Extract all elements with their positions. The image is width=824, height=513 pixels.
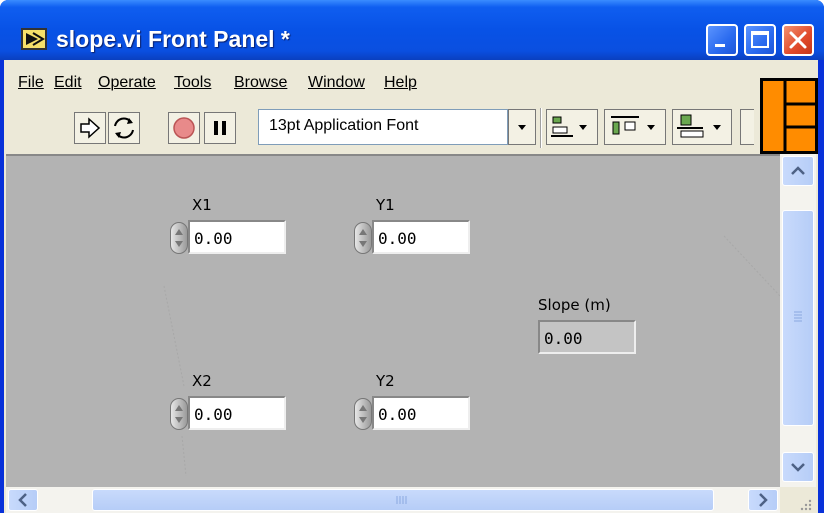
y2-control[interactable]: 0.00 (354, 396, 472, 430)
vertical-scroll-thumb[interactable] (782, 210, 814, 426)
close-button[interactable] (782, 24, 814, 56)
y2-increment-decrement[interactable] (354, 398, 372, 430)
chevron-down-icon (518, 125, 526, 130)
labview-window: slope.vi Front Panel * File Edit Operate… (0, 0, 824, 513)
chevron-right-icon (759, 493, 768, 507)
window-title: slope.vi Front Panel * (56, 26, 290, 52)
x1-control[interactable]: 0.00 (170, 220, 288, 254)
grip-lines-icon (794, 311, 802, 322)
horizontal-scrollbar[interactable] (6, 487, 780, 513)
front-panel[interactable]: X1 0.00 Y1 0.00 Slope (m) 0.00 X2 0.00 Y… (6, 154, 780, 487)
toolbar-separator (540, 108, 542, 148)
x1-increment-decrement[interactable] (170, 222, 188, 254)
toolbar-overflow[interactable] (740, 109, 754, 145)
connector-pane-icon (783, 81, 815, 151)
align-objects-button[interactable] (546, 109, 598, 145)
slope-indicator: 0.00 (538, 320, 636, 354)
slope-label: Slope (m) (538, 296, 611, 314)
horizontal-scroll-thumb[interactable] (92, 489, 714, 511)
close-icon (789, 31, 807, 49)
run-continuously-icon (114, 117, 134, 139)
font-dropdown-button[interactable] (508, 109, 536, 145)
menu-window[interactable]: Window (308, 74, 365, 92)
y2-label: Y2 (376, 372, 395, 390)
scroll-down-button[interactable] (782, 452, 814, 482)
x2-control[interactable]: 0.00 (170, 396, 288, 430)
resize-objects-icon (677, 114, 721, 138)
chevron-up-icon (791, 166, 805, 175)
chevron-down-icon (791, 463, 805, 472)
y2-input[interactable]: 0.00 (372, 396, 470, 430)
y1-label: Y1 (376, 196, 395, 214)
menu-help[interactable]: Help (384, 74, 417, 92)
maximize-icon (751, 31, 769, 48)
x2-input[interactable]: 0.00 (188, 396, 286, 430)
y1-increment-decrement[interactable] (354, 222, 372, 254)
chevron-left-icon (18, 493, 27, 507)
run-button[interactable] (74, 112, 106, 144)
x2-label: X2 (192, 372, 212, 390)
pause-icon (214, 121, 226, 135)
client-area: File Edit Operate Tools Browse Window He… (4, 60, 818, 513)
toolbar: 13pt Application Font (4, 104, 818, 154)
labview-vi-icon[interactable] (21, 28, 47, 50)
y1-control[interactable]: 0.00 (354, 220, 472, 254)
x1-label: X1 (192, 196, 212, 214)
scroll-left-button[interactable] (8, 489, 38, 511)
spinner-arrows-icon (175, 405, 183, 423)
menu-file[interactable]: File (18, 74, 44, 92)
distribute-objects-button[interactable] (604, 109, 666, 145)
menu-operate[interactable]: Operate (98, 74, 156, 92)
distribute-objects-icon (611, 116, 655, 135)
scroll-up-button[interactable] (782, 156, 814, 186)
menu-bar: File Edit Operate Tools Browse Window He… (4, 60, 818, 104)
grip-lines-icon (396, 496, 407, 504)
resize-grip[interactable] (782, 489, 816, 513)
menu-browse[interactable]: Browse (234, 74, 287, 92)
align-objects-icon (551, 116, 587, 137)
resize-objects-button[interactable] (672, 109, 732, 145)
resize-grip-icon (800, 499, 812, 511)
x1-input[interactable]: 0.00 (188, 220, 286, 254)
y1-input[interactable]: 0.00 (372, 220, 470, 254)
vi-icon-pane[interactable] (760, 78, 818, 154)
title-bar[interactable]: slope.vi Front Panel * (0, 0, 824, 60)
vertical-scrollbar[interactable] (780, 154, 816, 487)
abort-icon (173, 117, 195, 139)
abort-button[interactable] (168, 112, 200, 144)
menu-edit[interactable]: Edit (54, 74, 82, 92)
spinner-arrows-icon (175, 229, 183, 247)
run-arrow-icon (80, 117, 101, 139)
run-continuously-button[interactable] (108, 112, 140, 144)
menu-tools[interactable]: Tools (174, 74, 211, 92)
minimize-icon (715, 44, 725, 47)
minimize-button[interactable] (706, 24, 738, 56)
pause-button[interactable] (204, 112, 236, 144)
maximize-button[interactable] (744, 24, 776, 56)
font-selector[interactable]: 13pt Application Font (258, 109, 508, 145)
spinner-arrows-icon (359, 405, 367, 423)
x2-increment-decrement[interactable] (170, 398, 188, 430)
spinner-arrows-icon (359, 229, 367, 247)
scroll-right-button[interactable] (748, 489, 778, 511)
